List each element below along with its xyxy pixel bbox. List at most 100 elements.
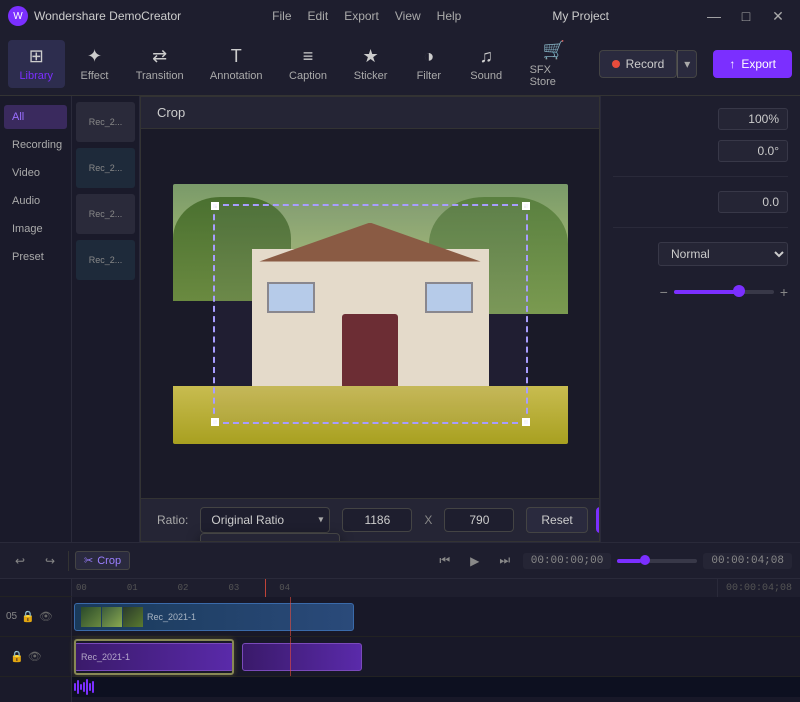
scissors-icon: ✂: [84, 554, 93, 567]
thumbnail-3[interactable]: Rec_2...: [76, 194, 135, 234]
height-input[interactable]: [444, 508, 514, 532]
opacity-slider[interactable]: [674, 290, 774, 294]
ratio-dropdown[interactable]: Original Ratio ▾: [200, 507, 330, 533]
ruler-label-space: [0, 579, 72, 597]
crop-image-container: [173, 184, 568, 444]
crop-preview-area: [141, 129, 599, 498]
title-bar-menu: File Edit Export View Help: [272, 9, 461, 23]
clip-thumbnail-strip: [81, 607, 143, 627]
close-button[interactable]: ✕: [764, 6, 792, 26]
sidebar-item-preset[interactable]: Preset: [4, 245, 67, 269]
sidebar-item-audio[interactable]: Audio: [4, 189, 67, 213]
rotation-row: [613, 140, 788, 162]
main-area: All Recording Video Audio Image Preset R…: [0, 96, 800, 542]
clip-purple-2[interactable]: [242, 643, 362, 671]
sidebar-item-recording[interactable]: Recording: [4, 133, 67, 157]
menu-help[interactable]: Help: [437, 9, 462, 23]
track-row-2: Rec_2021-1: [72, 637, 800, 677]
slider-minus-icon[interactable]: −: [660, 284, 668, 300]
reset-button[interactable]: Reset: [526, 507, 587, 533]
time-current: 00:00:00;00: [523, 553, 612, 569]
track-number-1: 05: [6, 611, 17, 622]
track2-eye-icon[interactable]: 👁: [28, 650, 42, 663]
toolbar-transition[interactable]: ⇄ Transition: [125, 40, 195, 88]
caption-icon: ≡: [303, 46, 314, 67]
maximize-button[interactable]: □: [732, 6, 760, 26]
redo-button[interactable]: ↪: [38, 549, 62, 573]
sidebar-item-image[interactable]: Image: [4, 217, 67, 241]
position-input[interactable]: [718, 191, 788, 213]
rotation-input[interactable]: [718, 140, 788, 162]
thumbnail-2[interactable]: Rec_2...: [76, 148, 135, 188]
ratio-option-original[interactable]: Original Ratio: [201, 534, 339, 542]
thumbnail-1[interactable]: Rec_2...: [76, 102, 135, 142]
timeline-ruler-row: 0001020304 00:00:04;08: [0, 579, 800, 597]
sound-icon: ♫: [479, 46, 493, 67]
record-dropdown[interactable]: ▾: [677, 50, 697, 78]
clip-video-1[interactable]: Rec_2021-1: [74, 603, 354, 631]
export-button[interactable]: ↑ Export: [713, 50, 792, 78]
track2-lock-icon[interactable]: 🔒: [10, 650, 24, 663]
crop-handle-tl[interactable]: [211, 202, 219, 210]
sticker-icon: ★: [362, 46, 378, 67]
toolbar-library-label: Library: [19, 70, 53, 82]
skip-back-button[interactable]: ⏮: [433, 549, 457, 573]
ratio-dropdown-arrow: ▾: [318, 515, 323, 526]
track-label-2: 🔒 👁: [0, 637, 71, 677]
toolbar-sound-label: Sound: [470, 70, 502, 82]
toolbar-library[interactable]: ⊞ Library: [8, 40, 65, 88]
library-sidebar: All Recording Video Audio Image Preset: [0, 96, 72, 542]
thumbnail-4[interactable]: Rec_2...: [76, 240, 135, 280]
skip-forward-button[interactable]: ⏭: [493, 549, 517, 573]
app-name: Wondershare DemoCreator: [34, 9, 181, 23]
slider-plus-icon[interactable]: +: [780, 284, 788, 300]
blend-mode-select[interactable]: Normal: [658, 242, 788, 266]
record-button[interactable]: Record: [599, 50, 678, 78]
menu-file[interactable]: File: [272, 9, 291, 23]
position-row: [613, 191, 788, 213]
menu-view[interactable]: View: [395, 9, 421, 23]
playhead-controls: ⏮ ▶ ⏭ 00:00:00;00 00:00:04;08: [433, 549, 792, 573]
toolbar-transition-label: Transition: [136, 70, 184, 82]
zoom-input[interactable]: [718, 108, 788, 130]
width-input[interactable]: [342, 508, 412, 532]
clip-purple-1-name: Rec_2021-1: [81, 652, 130, 662]
scrubber-thumb[interactable]: [640, 555, 650, 565]
track-eye-icon[interactable]: 👁: [39, 610, 53, 623]
crop-handle-tr[interactable]: [522, 202, 530, 210]
undo-button[interactable]: ↩: [8, 549, 32, 573]
sidebar-item-all[interactable]: All: [4, 105, 67, 129]
timeline-scrubber[interactable]: [617, 559, 697, 563]
toolbar-sticker-label: Sticker: [354, 70, 388, 82]
toolbar-effect[interactable]: ✦ Effect: [69, 40, 121, 88]
toolbar-annotation[interactable]: T Annotation: [199, 40, 274, 88]
crop-handle-bl[interactable]: [211, 418, 219, 426]
minimize-button[interactable]: —: [700, 6, 728, 26]
crop-tag: ✂ Crop: [75, 551, 130, 570]
toolbar-divider: [68, 551, 69, 571]
title-bar-left: W Wondershare DemoCreator: [8, 6, 181, 26]
project-title: My Project: [552, 9, 609, 23]
toolbar-caption[interactable]: ≡ Caption: [278, 40, 339, 88]
menu-edit[interactable]: Edit: [308, 9, 329, 23]
crop-controls: Ratio: Original Ratio ▾ Original Ratio 1…: [141, 498, 599, 541]
library-icon: ⊞: [29, 46, 44, 67]
ratio-dropdown-wrapper: Original Ratio ▾ Original Ratio 16:9 4:3: [200, 507, 330, 533]
toolbar-filter[interactable]: ◑ Filter: [403, 40, 455, 88]
clip-purple-1[interactable]: Rec_2021-1: [74, 643, 234, 671]
track-lock-icon[interactable]: 🔒: [21, 610, 35, 623]
toolbar-sfx[interactable]: 🛒 SFX Store: [518, 34, 591, 94]
thumb-1: [81, 607, 101, 627]
playhead-indicator: [265, 579, 266, 597]
crop-action-buttons: Reset OK Cancel: [526, 507, 600, 533]
menu-export[interactable]: Export: [344, 9, 379, 23]
slider-thumb[interactable]: [733, 285, 745, 297]
play-button[interactable]: ▶: [463, 549, 487, 573]
thumb-2: [102, 607, 122, 627]
toolbar-sticker[interactable]: ★ Sticker: [342, 40, 399, 88]
playhead-track2: [290, 637, 291, 676]
crop-handle-br[interactable]: [522, 418, 530, 426]
sidebar-item-video[interactable]: Video: [4, 161, 67, 185]
scrubber-fill: [617, 559, 641, 563]
toolbar-sound[interactable]: ♫ Sound: [459, 40, 514, 88]
